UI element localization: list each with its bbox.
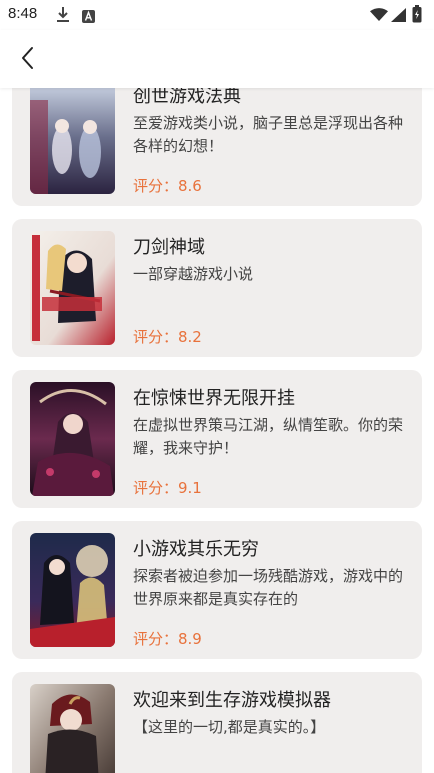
chevron-left-icon xyxy=(22,47,33,69)
book-title: 在惊悚世界无限开挂 xyxy=(133,388,295,409)
book-title: 刀剑神域 xyxy=(133,237,205,258)
book-card[interactable]: 小游戏其乐无穷 探索者被迫参加一场残酷游戏，游戏中的世界原来都是真实存在的 评分… xyxy=(12,521,422,659)
font-a-icon xyxy=(82,8,95,27)
book-cover xyxy=(30,231,115,345)
book-cover xyxy=(30,684,115,773)
book-rating: 评分：8.2 xyxy=(133,328,202,346)
book-list[interactable]: 创世游戏法典 至爱游戏类小说，脑子里总是浮现出各种各样的幻想！ 评分：8.6 刀… xyxy=(0,88,434,773)
book-description: 在虚拟世界策马江湖，纵情笙歌。你的荣耀，我来守护！ xyxy=(133,416,404,457)
book-rating: 评分：9.1 xyxy=(133,479,202,497)
book-description: 一部穿越游戏小说 xyxy=(133,265,254,283)
book-rating: 评分：8.9 xyxy=(133,630,202,648)
wifi-icon xyxy=(370,7,388,26)
book-cover xyxy=(30,382,115,496)
app-bar xyxy=(0,30,434,88)
book-description: 探索者被迫参加一场残酷游戏，游戏中的世界原来都是真实存在的 xyxy=(133,567,404,608)
book-description: 【这里的一切,都是真实的。】 xyxy=(133,718,326,736)
status-time: 8:48 xyxy=(8,5,38,22)
book-title: 创世游戏法典 xyxy=(133,88,241,107)
book-title: 小游戏其乐无穷 xyxy=(133,539,259,560)
book-title: 欢迎来到生存游戏模拟器 xyxy=(133,690,331,711)
back-button[interactable] xyxy=(10,40,46,76)
book-rating: 评分：8.6 xyxy=(133,177,202,195)
book-cover xyxy=(30,533,115,647)
book-card[interactable]: 欢迎来到生存游戏模拟器 【这里的一切,都是真实的。】 xyxy=(12,672,422,773)
book-description: 至爱游戏类小说，脑子里总是浮现出各种各样的幻想！ xyxy=(133,114,404,155)
book-card[interactable]: 创世游戏法典 至爱游戏类小说，脑子里总是浮现出各种各样的幻想！ 评分：8.6 xyxy=(12,88,422,206)
battery-icon xyxy=(412,5,422,27)
book-card[interactable]: 在惊悚世界无限开挂 在虚拟世界策马江湖，纵情笙歌。你的荣耀，我来守护！ 评分：9… xyxy=(12,370,422,508)
book-card[interactable]: 刀剑神域 一部穿越游戏小说 评分：8.2 xyxy=(12,219,422,357)
download-icon xyxy=(56,6,70,28)
status-bar: 8:48 xyxy=(0,0,434,30)
signal-icon xyxy=(391,7,406,26)
book-cover xyxy=(30,88,115,194)
